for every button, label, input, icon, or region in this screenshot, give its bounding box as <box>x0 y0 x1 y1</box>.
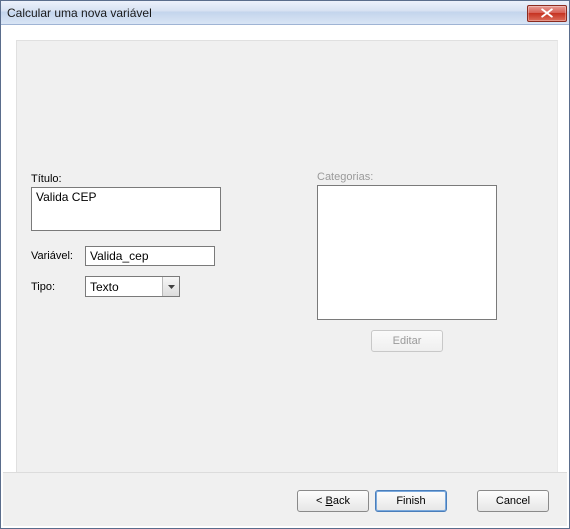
edit-button: Editar <box>371 330 443 352</box>
edit-button-row: Editar <box>317 330 497 352</box>
tipo-dropdown-button[interactable] <box>162 277 179 296</box>
form-panel: Título: Variável: Tipo: Texto <box>16 40 558 473</box>
variavel-input[interactable] <box>85 246 215 266</box>
back-prefix: < <box>316 495 325 507</box>
categories-listbox[interactable] <box>317 185 497 320</box>
back-mnemonic: B <box>326 495 333 507</box>
footer-bar: < Back Finish Cancel <box>3 472 567 526</box>
tipo-combobox[interactable]: Texto <box>85 276 180 297</box>
finish-button[interactable]: Finish <box>375 490 447 512</box>
title-bar: Calcular uma nova variável <box>1 1 569 25</box>
back-suffix: ack <box>333 495 350 507</box>
tipo-value: Texto <box>86 277 162 296</box>
close-icon <box>541 8 553 18</box>
titulo-label: Título: <box>31 173 231 185</box>
footer-buttons: < Back Finish Cancel <box>297 490 549 512</box>
cancel-button[interactable]: Cancel <box>477 490 549 512</box>
window-title: Calcular uma nova variável <box>7 1 527 25</box>
dialog-window: Calcular uma nova variável Título: Variá… <box>0 0 570 529</box>
close-button[interactable] <box>527 5 567 22</box>
client-area: Título: Variável: Tipo: Texto <box>2 26 568 527</box>
categories-panel: Categorias: Editar <box>317 171 497 352</box>
tipo-label: Tipo: <box>31 281 85 293</box>
variavel-label: Variável: <box>31 250 85 262</box>
chevron-down-icon <box>168 285 175 289</box>
titulo-input[interactable] <box>31 187 221 231</box>
categories-label: Categorias: <box>317 171 497 183</box>
back-button[interactable]: < Back <box>297 490 369 512</box>
titulo-group: Título: <box>31 173 231 234</box>
